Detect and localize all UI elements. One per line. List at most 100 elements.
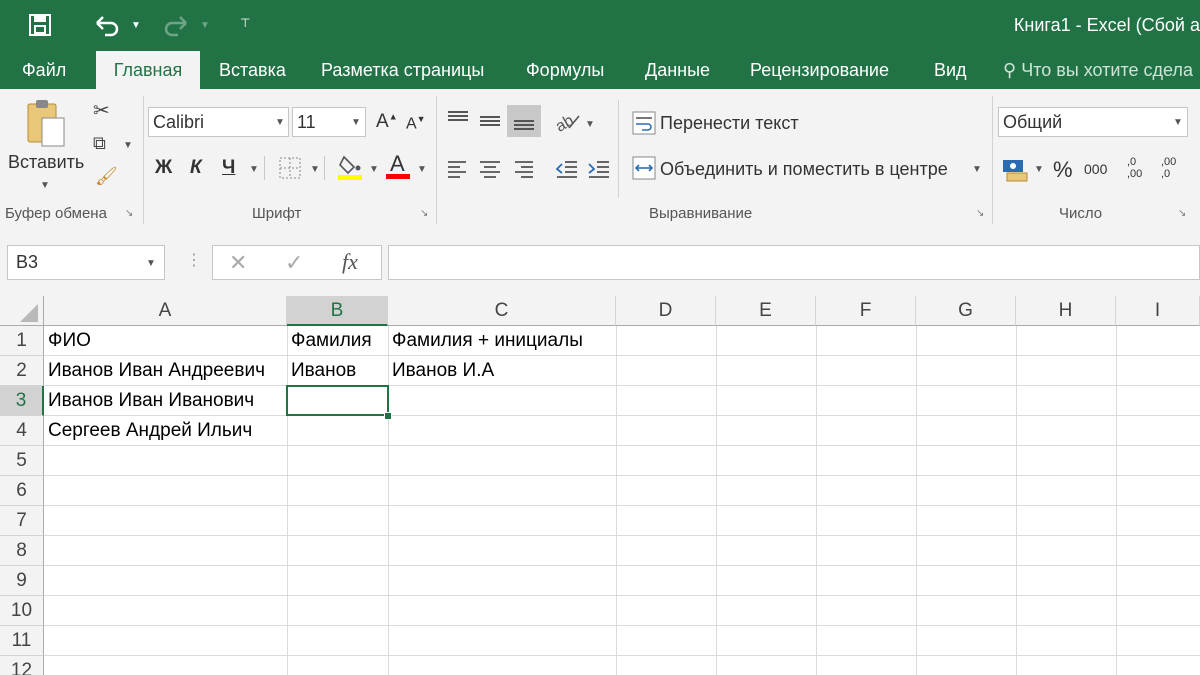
increase-decimal-button[interactable]: ,0 ,00 [1127, 156, 1151, 180]
align-right-icon[interactable] [511, 159, 535, 184]
row-header-11[interactable]: 11 [0, 626, 44, 656]
currency-icon[interactable] [1001, 156, 1029, 187]
underline-dropdown-icon[interactable]: ▼ [249, 164, 259, 175]
select-all-button[interactable] [0, 296, 44, 326]
increase-font-icon[interactable]: A▲ [376, 111, 398, 133]
cancel-entry-button[interactable]: ✕ [229, 250, 247, 276]
cut-icon[interactable]: ✂ [93, 98, 110, 123]
orientation-icon[interactable]: ab [553, 110, 581, 137]
column-header-b[interactable]: B [287, 296, 388, 326]
insert-function-button[interactable]: fx [342, 249, 358, 275]
tab-data[interactable]: Данные [645, 51, 710, 89]
undo-icon[interactable] [95, 0, 121, 55]
align-center-icon[interactable] [478, 159, 502, 184]
active-cell-b3[interactable] [286, 385, 389, 416]
column-header-a[interactable]: A [44, 296, 287, 326]
paste-button[interactable]: Вставить [8, 152, 84, 173]
paste-icon[interactable] [24, 98, 68, 153]
clipboard-launcher-icon[interactable]: ↘ [125, 209, 135, 219]
row-header-4[interactable]: 4 [0, 416, 44, 446]
merge-dropdown-icon[interactable]: ▼ [972, 164, 982, 175]
row-header-7[interactable]: 7 [0, 506, 44, 536]
align-top-icon[interactable] [446, 110, 470, 133]
name-box[interactable]: B3 [7, 245, 165, 280]
font-name-select[interactable]: Calibri [148, 107, 289, 137]
font-launcher-icon[interactable]: ↘ [420, 209, 430, 219]
wrap-text-button[interactable]: Перенести текст [660, 113, 799, 134]
row-header-2[interactable]: 2 [0, 356, 44, 386]
font-name-dropdown-icon[interactable]: ▼ [275, 117, 285, 128]
cell-a2[interactable]: Иванов Иван Андреевич [44, 356, 287, 386]
cell-c1[interactable]: Фамилия + инициалы [388, 326, 616, 356]
undo-dropdown-icon[interactable]: ▼ [131, 20, 141, 31]
tab-formulas[interactable]: Формулы [526, 51, 604, 89]
row-header-5[interactable]: 5 [0, 446, 44, 476]
copy-dropdown-icon[interactable]: ▼ [123, 140, 133, 151]
orientation-dropdown-icon[interactable]: ▼ [585, 119, 595, 130]
save-icon[interactable] [28, 0, 52, 55]
number-format-select[interactable]: Общий [998, 107, 1188, 137]
row-header-8[interactable]: 8 [0, 536, 44, 566]
alignment-launcher-icon[interactable]: ↘ [976, 209, 986, 219]
tab-review[interactable]: Рецензирование [750, 51, 889, 89]
merge-center-icon[interactable] [632, 156, 656, 185]
decrease-font-icon[interactable]: A▼ [406, 114, 426, 133]
number-launcher-icon[interactable]: ↘ [1178, 209, 1188, 219]
column-header-c[interactable]: C [388, 296, 616, 326]
increase-indent-icon[interactable] [587, 159, 611, 184]
tab-insert[interactable]: Вставка [219, 51, 286, 89]
merge-center-button[interactable]: Объединить и поместить в центре [660, 159, 948, 180]
name-box-dropdown-icon[interactable]: ▼ [146, 258, 156, 269]
align-bottom-button[interactable] [507, 105, 541, 137]
cell-b1[interactable]: Фамилия [287, 326, 388, 356]
row-header-12[interactable]: 12 [0, 656, 44, 675]
enter-entry-button[interactable]: ✓ [285, 250, 303, 276]
decrease-decimal-button[interactable]: ,00 ,0 [1161, 156, 1187, 180]
align-left-icon[interactable] [446, 159, 470, 184]
tab-page-layout[interactable]: Разметка страницы [321, 51, 484, 89]
formula-input[interactable] [388, 245, 1200, 280]
format-painter-icon[interactable]: 🖌 [95, 166, 118, 187]
thousands-separator-button[interactable]: 000 [1084, 161, 1107, 177]
cell-b2[interactable]: Иванов [287, 356, 388, 386]
column-header-e[interactable]: E [716, 296, 816, 326]
worksheet-grid[interactable]: A B C D E F G H I 1 2 3 4 5 6 7 8 9 10 1… [0, 296, 1200, 675]
borders-dropdown-icon[interactable]: ▼ [310, 164, 320, 175]
column-header-d[interactable]: D [616, 296, 716, 326]
row-header-3[interactable]: 3 [0, 386, 44, 416]
column-header-i[interactable]: I [1116, 296, 1200, 326]
tab-file[interactable]: Файл [22, 51, 66, 89]
row-header-6[interactable]: 6 [0, 476, 44, 506]
italic-button[interactable]: К [190, 157, 202, 179]
font-color-dropdown-icon[interactable]: ▼ [417, 164, 427, 175]
column-header-h[interactable]: H [1016, 296, 1116, 326]
percent-button[interactable]: % [1053, 157, 1073, 183]
cell-a1[interactable]: ФИО [44, 326, 287, 356]
cell-a4[interactable]: Сергеев Андрей Ильич [44, 416, 287, 446]
cell-c2[interactable]: Иванов И.А [388, 356, 616, 386]
tab-home[interactable]: Главная [96, 51, 200, 89]
bold-button[interactable]: Ж [155, 157, 172, 179]
tell-me-search[interactable]: ⚲ Что вы хотите сдела [1003, 51, 1193, 89]
column-header-f[interactable]: F [816, 296, 916, 326]
number-format-dropdown-icon[interactable]: ▼ [1173, 117, 1183, 128]
fill-color-dropdown-icon[interactable]: ▼ [369, 164, 379, 175]
decrease-indent-icon[interactable] [555, 159, 579, 184]
cell-a3[interactable]: Иванов Иван Иванович [44, 386, 287, 416]
copy-icon[interactable]: ⧉ [93, 133, 106, 154]
customize-icon[interactable]: ⊤ [240, 16, 250, 30]
font-color-icon[interactable]: A [386, 151, 412, 186]
row-header-9[interactable]: 9 [0, 566, 44, 596]
row-header-10[interactable]: 10 [0, 596, 44, 626]
font-size-dropdown-icon[interactable]: ▼ [351, 117, 361, 128]
row-header-1[interactable]: 1 [0, 326, 44, 356]
align-middle-icon[interactable] [478, 110, 502, 137]
paste-dropdown-icon[interactable]: ▼ [40, 180, 50, 191]
fill-handle[interactable] [384, 412, 392, 420]
underline-button[interactable]: Ч [222, 157, 235, 179]
currency-dropdown-icon[interactable]: ▼ [1034, 164, 1044, 175]
borders-icon[interactable] [279, 157, 301, 184]
tab-view[interactable]: Вид [934, 51, 967, 89]
wrap-text-icon[interactable] [632, 111, 656, 140]
column-header-g[interactable]: G [916, 296, 1016, 326]
